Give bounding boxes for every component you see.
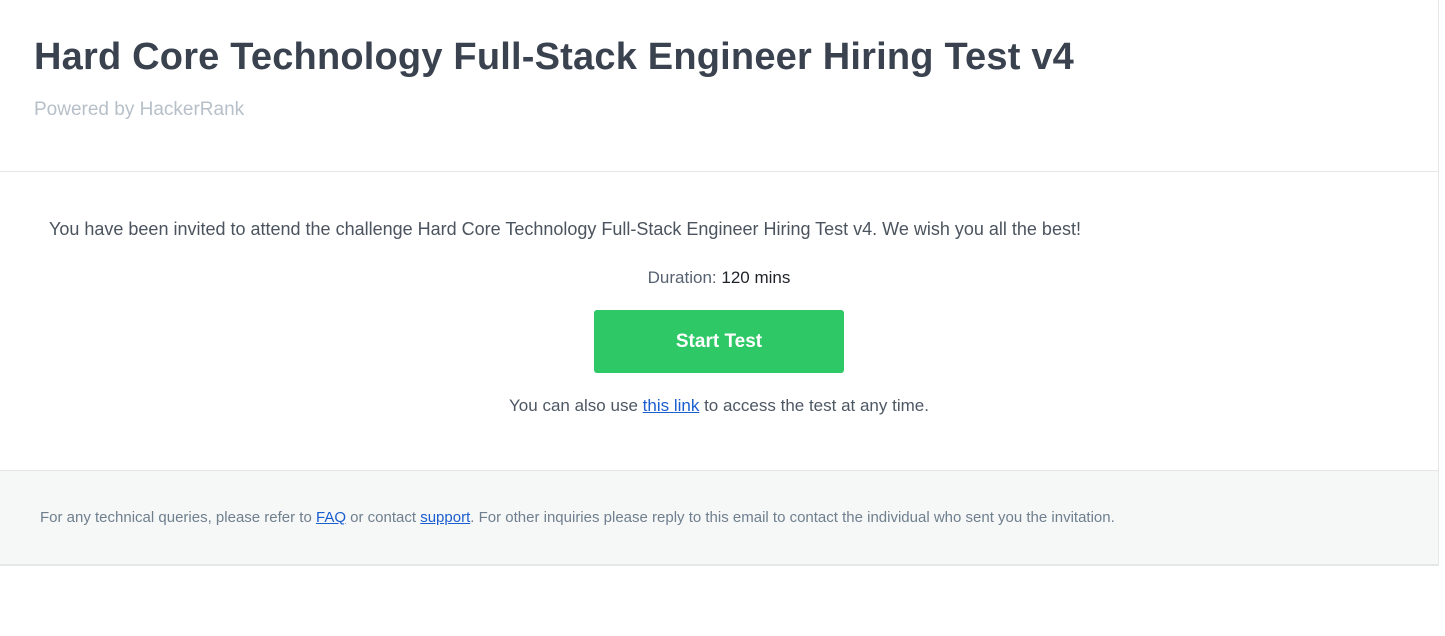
email-card: Hard Core Technology Full-Stack Engineer… [0,0,1439,566]
powered-by-subtitle: Powered by HackerRank [34,99,245,120]
start-test-button[interactable]: Start Test [594,310,844,373]
duration-line: Duration: 120 mins [0,268,1438,288]
invitation-message: You have been invited to attend the chal… [49,219,1081,239]
footer-text-part-2: or contact [350,509,417,526]
faq-link[interactable]: FAQ [316,509,346,526]
link-prefix-text: You can also use [509,396,638,415]
duration-value: 120 mins [721,268,791,287]
footer: For any technical queries, please refer … [0,471,1438,564]
footer-text: For any technical queries, please refer … [40,509,1115,526]
footer-text-part-3: . For other inquiries please reply to th… [470,509,1115,526]
header: Hard Core Technology Full-Stack Engineer… [0,0,1438,172]
page-title: Hard Core Technology Full-Stack Engineer… [34,36,1075,78]
support-link[interactable]: support [420,509,470,526]
duration-label: Duration: [647,268,717,287]
footer-text-part-1: For any technical queries, please refer … [40,509,312,526]
link-suffix-text: to access the test at any time. [704,396,929,415]
invitation-body: You have been invited to attend the chal… [0,171,1438,471]
this-link[interactable]: this link [643,396,700,415]
alternate-link-line: You can also use this link to access the… [0,396,1438,416]
